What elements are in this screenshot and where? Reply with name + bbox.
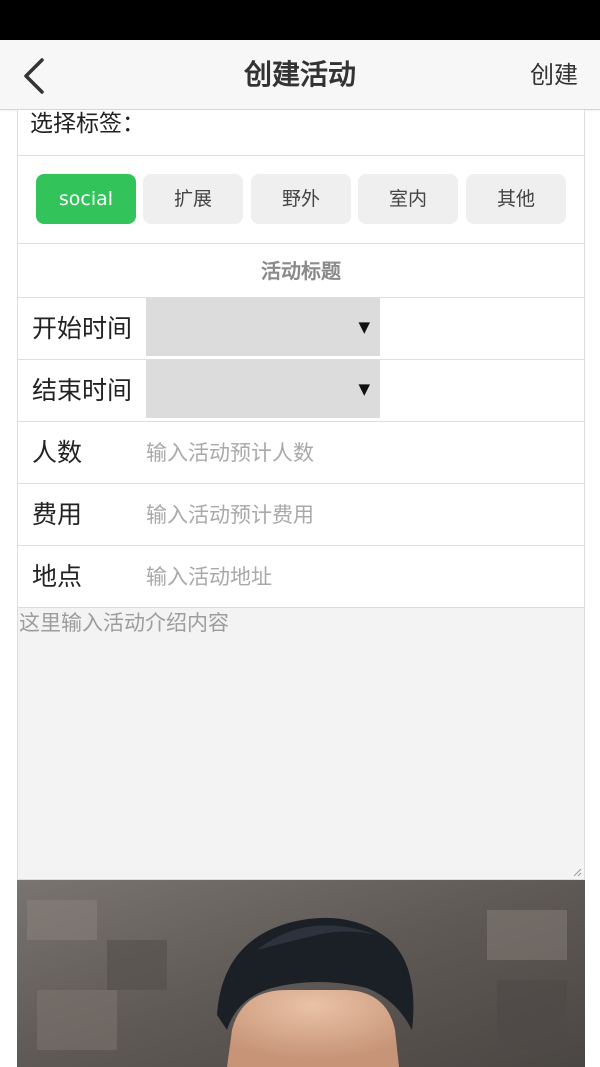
- people-input[interactable]: 输入活动预计人数: [146, 422, 314, 484]
- end-time-label: 结束时间: [32, 376, 133, 405]
- activity-title-field[interactable]: 活动标题: [17, 244, 585, 298]
- tag-section-label: 选择标签：: [30, 111, 145, 137]
- back-button[interactable]: [14, 54, 58, 98]
- cost-label: 费用: [32, 500, 83, 529]
- people-label: 人数: [32, 438, 83, 467]
- activity-title-placeholder: 活动标题: [261, 259, 341, 283]
- tag-label-row: 选择标签：: [17, 110, 585, 156]
- tag-selector: social 扩展 野外 室内 其他: [17, 156, 585, 244]
- description-placeholder: 这里输入活动介绍内容: [19, 611, 229, 635]
- dropdown-arrow-icon: ▼: [358, 318, 370, 336]
- tag-social[interactable]: social: [36, 174, 136, 224]
- start-time-row: 开始时间 ▼: [17, 298, 585, 360]
- tag-other[interactable]: 其他: [466, 174, 566, 224]
- cover-photo[interactable]: [17, 880, 585, 1067]
- resize-grip-icon[interactable]: [572, 867, 582, 877]
- cost-row: 费用 输入活动预计费用: [17, 484, 585, 546]
- tag-indoor[interactable]: 室内: [358, 174, 458, 224]
- dropdown-arrow-icon: ▼: [358, 380, 370, 398]
- nav-bar: 创建活动 创建: [0, 40, 600, 110]
- end-time-row: 结束时间 ▼: [17, 360, 585, 422]
- create-button[interactable]: 创建: [530, 40, 578, 110]
- tag-expand[interactable]: 扩展: [143, 174, 243, 224]
- tag-outdoor[interactable]: 野外: [251, 174, 351, 224]
- start-time-label: 开始时间: [32, 314, 133, 343]
- cover-photo-image: [17, 880, 585, 1067]
- location-input[interactable]: 输入活动地址: [146, 546, 272, 608]
- description-textarea[interactable]: 这里输入活动介绍内容: [17, 607, 585, 880]
- start-time-select[interactable]: ▼: [146, 298, 380, 356]
- chevron-left-icon: [24, 58, 44, 94]
- cost-input[interactable]: 输入活动预计费用: [146, 484, 314, 546]
- location-row: 地点 输入活动地址: [17, 546, 585, 608]
- status-bar: [0, 0, 600, 40]
- end-time-select[interactable]: ▼: [146, 360, 380, 418]
- people-row: 人数 输入活动预计人数: [17, 422, 585, 484]
- page-title: 创建活动: [243, 58, 356, 91]
- location-label: 地点: [32, 562, 83, 591]
